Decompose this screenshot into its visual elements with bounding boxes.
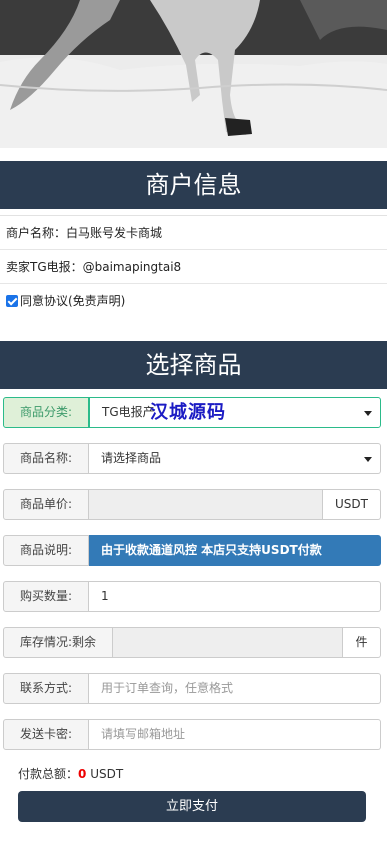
stock-unit: 件 (343, 627, 381, 658)
chevron-down-icon (364, 411, 372, 416)
agree-label[interactable]: 同意协议(免责声明) (20, 294, 125, 308)
quantity-input[interactable]: 1 (89, 581, 381, 612)
total-currency: USDT (90, 767, 124, 781)
stock-label: 库存情况:剩余 (3, 627, 113, 658)
contact-input[interactable]: 用于订单查询，任意格式 (89, 673, 381, 704)
description-row: 商品说明: 由于收款通道风控 本店只支持USDT付款 (3, 535, 381, 566)
merchant-info: 商户名称：白马账号发卡商城 卖家TG电报：@baimapingtai8 同意协议… (0, 215, 387, 318)
category-select[interactable]: TG电报产 汉城源码 (89, 397, 381, 428)
product-select-value: 请选择商品 (101, 451, 162, 465)
seller-tg: 卖家TG电报：@baimapingtai8 (0, 250, 387, 284)
stock-row: 库存情况:剩余 件 (3, 627, 381, 658)
price-row: 商品单价: USDT (3, 489, 381, 520)
price-label: 商品单价: (3, 489, 89, 520)
contact-row: 联系方式: 用于订单查询，任意格式 (3, 673, 381, 704)
product-name-label: 商品名称: (3, 443, 89, 474)
contact-label: 联系方式: (3, 673, 89, 704)
quantity-label: 购买数量: (3, 581, 89, 612)
category-label: 商品分类: (3, 397, 89, 428)
merchant-name: 商户名称：白马账号发卡商城 (0, 216, 387, 250)
merchant-section-title: 商户信息 (0, 161, 387, 209)
email-input[interactable]: 请填写邮箱地址 (89, 719, 381, 750)
payment-total: 付款总额：0 USDT (18, 765, 123, 782)
stock-label-text: 库存情况: (19, 635, 73, 649)
email-row: 发送卡密: 请填写邮箱地址 (3, 719, 381, 750)
total-label: 付款总额： (18, 767, 79, 781)
description-label: 商品说明: (3, 535, 89, 566)
email-label: 发送卡密: (3, 719, 89, 750)
category-row: 商品分类: TG电报产 汉城源码 (3, 397, 381, 428)
price-unit: USDT (323, 489, 381, 520)
category-value: TG电报产 (102, 405, 155, 419)
chevron-down-icon (364, 457, 372, 462)
agree-checkbox[interactable] (6, 295, 18, 307)
quantity-row: 购买数量: 1 (3, 581, 381, 612)
stock-field (113, 627, 343, 658)
price-field (89, 489, 323, 520)
product-section-title: 选择商品 (0, 341, 387, 389)
total-amount: 0 (78, 767, 87, 781)
product-name-row: 商品名称: 请选择商品 (3, 443, 381, 474)
product-select[interactable]: 请选择商品 (89, 443, 381, 474)
stock-remaining-text: 剩余 (72, 635, 97, 649)
description-text: 由于收款通道风控 本店只支持USDT付款 (89, 535, 381, 566)
agree-row[interactable]: 同意协议(免责声明) (0, 284, 387, 318)
banner-image (0, 0, 387, 148)
watermark-overlay: 汉城源码 (150, 402, 226, 423)
pay-now-button[interactable]: 立即支付 (18, 791, 366, 822)
